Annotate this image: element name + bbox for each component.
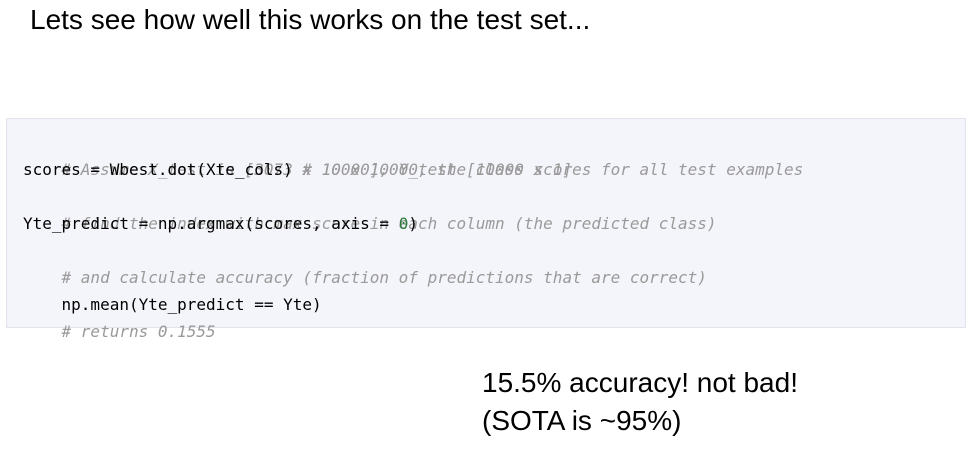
code-line-5: # and calculate accuracy (fraction of pr…: [23, 237, 965, 287]
code-statement: Yte_predict = np.argmax(scores, axis =: [23, 214, 399, 233]
code-statement: ): [408, 214, 418, 233]
code-block: # Assume X_test is [3073 x 10000], Y_tes…: [6, 118, 966, 341]
code-statement: scores = Wbest.dot(Xte_cols): [23, 160, 303, 179]
code-comment: # and calculate accuracy (fraction of pr…: [61, 268, 707, 287]
conclusion-line-1: 15.5% accuracy! not bad!: [482, 367, 798, 398]
slide-title: Lets see how well this works on the test…: [30, 4, 591, 35]
code-statement: np.mean(Yte_predict == Yte): [61, 295, 322, 314]
code-line-2: scores = Wbest.dot(Xte_cols) # 10 x 1000…: [23, 156, 965, 183]
code-line-1: # Assume X_test is [3073 x 10000], Y_tes…: [23, 129, 965, 179]
code-comment: # returns 0.1555: [61, 322, 216, 341]
conclusion-line-2: (SOTA is ~95%): [482, 405, 682, 436]
code-comment: # 10 x 10000, the class scores for all t…: [302, 160, 804, 179]
code-line-3: # find the index with max score in each …: [23, 183, 965, 233]
code-number: 0: [398, 214, 409, 233]
conclusion-text: 15.5% accuracy! not bad! (SOTA is ~95%): [482, 364, 798, 440]
